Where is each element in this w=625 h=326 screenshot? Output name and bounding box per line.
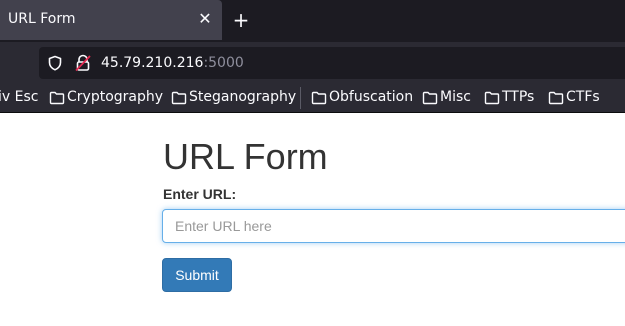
bookmark-separator bbox=[300, 87, 301, 109]
tab-strip: URL Form ✕ + bbox=[0, 0, 625, 42]
folder-icon bbox=[548, 91, 564, 105]
shield-icon[interactable] bbox=[47, 55, 63, 75]
tab-title: URL Form bbox=[8, 11, 76, 27]
navigation-bar: 45.79.210.216:5000 bbox=[0, 42, 625, 84]
folder-icon bbox=[422, 91, 438, 105]
url-input[interactable] bbox=[162, 209, 625, 243]
bookmark-priv-esc[interactable]: iv Esc bbox=[0, 89, 38, 107]
folder-icon bbox=[484, 91, 500, 105]
browser-tab[interactable]: URL Form ✕ bbox=[0, 0, 222, 40]
page-title: URL Form bbox=[163, 136, 328, 177]
bookmark-label: CTFs bbox=[566, 89, 600, 105]
address-text: 45.79.210.216:5000 bbox=[101, 55, 244, 71]
bookmark-label: Cryptography bbox=[67, 89, 164, 105]
insecure-lock-icon[interactable] bbox=[74, 53, 92, 77]
address-bar[interactable]: 45.79.210.216:5000 bbox=[39, 47, 625, 79]
url-host: 45.79.210.216 bbox=[101, 55, 204, 71]
folder-icon bbox=[171, 91, 187, 105]
bookmark-label: Obfuscation bbox=[329, 89, 414, 105]
url-field-label: Enter URL: bbox=[163, 186, 237, 202]
folder-icon bbox=[311, 91, 327, 105]
close-tab-icon[interactable]: ✕ bbox=[196, 9, 214, 29]
bookmarks-bar: iv Esc Cryptography Steganography Obfusc… bbox=[0, 84, 625, 113]
folder-icon bbox=[49, 91, 65, 105]
bookmark-label: Misc bbox=[440, 89, 471, 105]
bookmark-label: Steganography bbox=[189, 89, 297, 105]
url-port: :5000 bbox=[203, 55, 244, 71]
bookmark-label: TTPs bbox=[502, 89, 535, 105]
bookmark-label: iv Esc bbox=[0, 89, 39, 105]
submit-button[interactable]: Submit bbox=[162, 258, 232, 292]
new-tab-button[interactable]: + bbox=[231, 8, 251, 32]
